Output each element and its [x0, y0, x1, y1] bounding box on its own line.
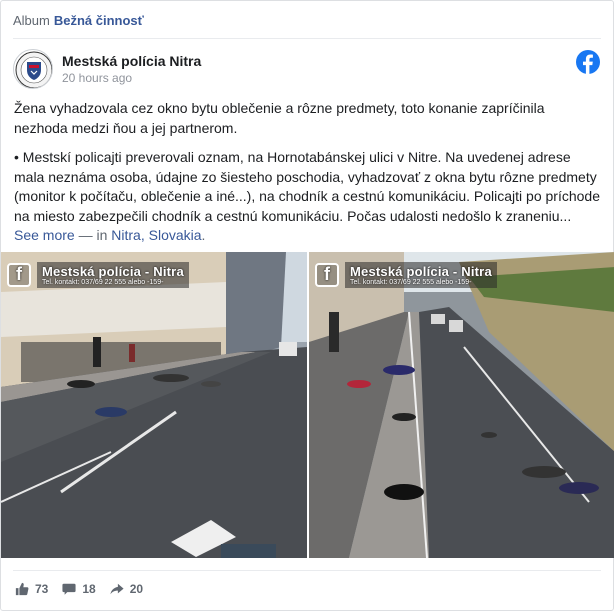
post-paragraph-1: Žena vyhadzovala cez okno bytu oblečenie… [14, 100, 545, 136]
post-paragraph-2: • Mestskí policajti preverovali oznam, n… [14, 148, 602, 246]
watermark-subtitle: Tel. kontakt: 037/69 22 555 alebo -159- [350, 279, 472, 286]
photo-right[interactable]: f Mestská polícia - Nitra Tel. kontakt: … [309, 252, 614, 558]
divider [13, 570, 601, 571]
divider [13, 38, 601, 39]
share-count-value: 20 [129, 582, 144, 596]
street-photo-right-image [309, 252, 614, 558]
author-name[interactable]: Mestská polícia Nitra [62, 53, 201, 69]
photo-grid: f Mestská polícia - Nitra Tel. kontakt: … [1, 252, 614, 558]
engagement-bar: 73 18 20 [15, 582, 157, 596]
location-link[interactable]: Nitra, Slovakia [111, 227, 201, 243]
post-text: Žena vyhadzovala cez okno bytu oblečenie… [14, 99, 602, 256]
share-count[interactable]: 20 [110, 582, 143, 596]
location-end: . [201, 227, 206, 243]
comment-count-value: 18 [82, 582, 96, 596]
post-paragraph-2-text: • Mestskí policajti preverovali oznam, n… [14, 149, 600, 224]
comment-icon [62, 583, 76, 595]
street-photo-left-image [1, 252, 307, 558]
watermark: f Mestská polícia - Nitra Tel. kontakt: … [315, 260, 497, 290]
watermark-subtitle: Tel. kontakt: 037/69 22 555 alebo -159- [42, 279, 164, 286]
thumbs-up-icon [15, 582, 29, 596]
album-link[interactable]: Bežná činnosť [54, 13, 144, 28]
watermark-title: Mestská polícia - Nitra [350, 264, 492, 279]
facebook-watermark-icon: f [7, 263, 31, 287]
album-prefix: Album [13, 13, 50, 28]
police-badge-icon [15, 51, 52, 88]
like-count[interactable]: 73 [15, 582, 48, 596]
watermark-title: Mestská polícia - Nitra [42, 264, 184, 279]
facebook-watermark-icon: f [315, 263, 339, 287]
location-prefix: — in [74, 227, 112, 243]
see-more-link[interactable]: See more [14, 227, 75, 243]
album-header: Album Bežná činnosť [13, 13, 144, 28]
post-card: Album Bežná činnosť Mestská polícia Nitra… [0, 0, 614, 611]
facebook-icon[interactable] [576, 50, 600, 74]
post-timestamp[interactable]: 20 hours ago [62, 71, 132, 85]
share-icon [110, 583, 124, 595]
photo-left[interactable]: f Mestská polícia - Nitra Tel. kontakt: … [1, 252, 307, 558]
watermark: f Mestská polícia - Nitra Tel. kontakt: … [7, 260, 189, 290]
avatar[interactable] [13, 49, 53, 89]
comment-count[interactable]: 18 [62, 582, 96, 596]
like-count-value: 73 [35, 582, 49, 596]
